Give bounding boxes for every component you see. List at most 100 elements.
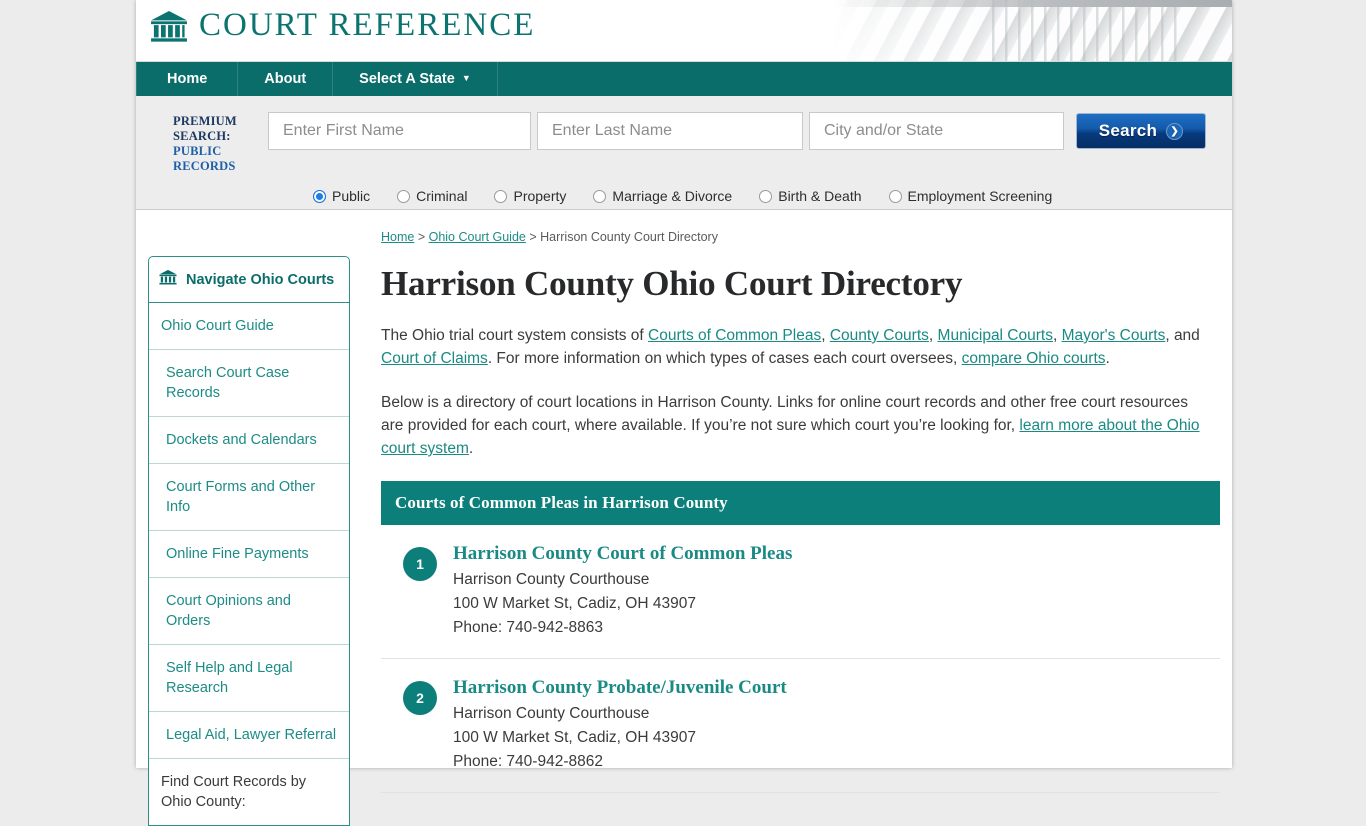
radio-employment-screening[interactable]: Employment Screening	[888, 188, 1053, 204]
court-list-item: 1 Harrison County Court of Common Pleas …	[381, 525, 1220, 659]
radio-label-criminal: Criminal	[416, 188, 468, 204]
court-phone: Phone: 740-942-8863	[453, 619, 603, 636]
premium-search-bar: PREMIUM SEARCH: PUBLIC RECORDS Search ❯ …	[136, 96, 1232, 210]
sidebar-header: Navigate Ohio Courts	[149, 257, 349, 303]
court-list-item: 2 Harrison County Probate/Juvenile Court…	[381, 659, 1220, 793]
section-header-courts-of-common-pleas: Courts of Common Pleas in Harrison Count…	[381, 481, 1220, 525]
p1-text-5: , and	[1165, 327, 1200, 344]
sidebar-item-court-forms-and-other-info[interactable]: Court Forms and Other Info	[149, 464, 349, 531]
court-building: Harrison County Courthouse	[453, 571, 650, 588]
courthouse-icon	[150, 10, 188, 44]
sidebar-item-self-help-and-legal-research[interactable]: Self Help and Legal Research	[149, 645, 349, 712]
sidebar-item-label: Court Forms and Other Info	[166, 479, 316, 515]
court-details: Harrison County Court of Common Pleas Ha…	[453, 543, 792, 640]
link-court-of-claims[interactable]: Court of Claims	[381, 350, 488, 367]
premium-label-line2: SEARCH:	[173, 129, 231, 143]
radio-label-birth-death: Birth & Death	[778, 188, 862, 204]
radio-dot-property[interactable]	[494, 189, 508, 203]
sidebar-item-label: Search Court Case Records	[166, 365, 290, 401]
sidebar-item-ohio-court-guide[interactable]: Ohio Court Guide	[149, 303, 349, 350]
courthouse-icon	[159, 269, 177, 290]
breadcrumb-link-home[interactable]: Home	[381, 230, 414, 244]
content-area: Navigate Ohio Courts Ohio Court Guide Se…	[136, 210, 1232, 826]
court-number-badge: 1	[403, 547, 437, 581]
radio-birth-death[interactable]: Birth & Death	[759, 188, 862, 204]
premium-label-line3: PUBLIC	[173, 144, 222, 158]
p2-text-2: .	[468, 440, 474, 457]
sidebar-item-label: Ohio Court Guide	[161, 318, 274, 334]
sidebar-item-label: Find Court Records by Ohio County:	[161, 774, 307, 810]
link-municipal-courts[interactable]: Municipal Courts	[938, 327, 1053, 344]
radio-criminal[interactable]: Criminal	[397, 188, 467, 204]
site-title: COURT REFERENCE	[199, 7, 536, 43]
p1-text-4: ,	[1052, 327, 1062, 344]
sidebar: Navigate Ohio Courts Ohio Court Guide Se…	[136, 226, 350, 826]
sidebar-item-court-opinions-and-orders[interactable]: Court Opinions and Orders	[149, 578, 349, 645]
sidebar-item-online-fine-payments[interactable]: Online Fine Payments	[149, 531, 349, 578]
breadcrumb-current: Harrison County Court Directory	[540, 230, 718, 244]
radio-dot-marriage-divorce[interactable]	[593, 189, 607, 203]
court-address: 100 W Market St, Cadiz, OH 43907	[453, 595, 696, 612]
radio-label-employment-screening: Employment Screening	[907, 188, 1053, 204]
search-button-label: Search	[1098, 121, 1158, 140]
court-building: Harrison County Courthouse	[453, 705, 650, 722]
p1-text-3: ,	[928, 327, 938, 344]
radio-label-marriage-divorce: Marriage & Divorce	[612, 188, 733, 204]
premium-label-line1: PREMIUM	[173, 114, 237, 128]
sidebar-item-label: Court Opinions and Orders	[166, 593, 291, 629]
city-state-input[interactable]	[809, 112, 1064, 150]
sidebar-item-label: Legal Aid, Lawyer Referral	[166, 727, 337, 743]
sidebar-item-legal-aid-lawyer-referral[interactable]: Legal Aid, Lawyer Referral	[149, 712, 349, 759]
radio-marriage-divorce[interactable]: Marriage & Divorce	[593, 188, 732, 204]
radio-property[interactable]: Property	[494, 188, 566, 204]
site-logo[interactable]: COURT REFERENCE	[136, 0, 1232, 45]
link-county-courts[interactable]: County Courts	[830, 327, 929, 344]
navigate-ohio-courts-box: Navigate Ohio Courts Ohio Court Guide Se…	[148, 256, 350, 826]
nav-label-select-a-state: Select A State	[359, 71, 455, 87]
premium-search-label: PREMIUM SEARCH: PUBLIC RECORDS	[173, 112, 268, 174]
radio-label-public: Public	[332, 188, 371, 204]
court-address: 100 W Market St, Cadiz, OH 43907	[453, 729, 696, 746]
nav-label-about: About	[264, 71, 307, 87]
main-navigation: Home About Select A State ▼	[136, 62, 1232, 96]
sidebar-item-dockets-and-calendars[interactable]: Dockets and Calendars	[149, 417, 349, 464]
link-compare-ohio-courts[interactable]: compare Ohio courts	[962, 350, 1106, 367]
nav-label-home: Home	[167, 71, 208, 87]
breadcrumb-link-ohio-court-guide[interactable]: Ohio Court Guide	[429, 230, 526, 244]
section-header-label: Courts of Common Pleas in Harrison Count…	[395, 493, 728, 512]
radio-label-property: Property	[513, 188, 567, 204]
nav-item-home[interactable]: Home	[136, 62, 239, 96]
radio-public[interactable]: Public	[313, 188, 370, 204]
sidebar-item-label: Self Help and Legal Research	[166, 660, 293, 696]
court-details: Harrison County Probate/Juvenile Court H…	[453, 677, 787, 774]
radio-dot-criminal[interactable]	[397, 189, 411, 203]
nav-item-about[interactable]: About	[238, 62, 334, 96]
page-container: COURT REFERENCE Home About Select A Stat…	[136, 0, 1232, 826]
link-courts-of-common-pleas[interactable]: Courts of Common Pleas	[648, 327, 821, 344]
court-name-link[interactable]: Harrison County Court of Common Pleas	[453, 543, 792, 565]
link-mayors-courts[interactable]: Mayor's Courts	[1062, 327, 1166, 344]
site-masthead: COURT REFERENCE	[136, 0, 1232, 62]
sidebar-item-label: Online Fine Payments	[166, 546, 309, 562]
sidebar-item-search-court-case-records[interactable]: Search Court Case Records	[149, 350, 349, 417]
chevron-right-icon: ❯	[1166, 122, 1184, 140]
radio-dot-employment-screening[interactable]	[888, 189, 902, 203]
court-name-link[interactable]: Harrison County Probate/Juvenile Court	[453, 677, 787, 699]
sidebar-item-label: Dockets and Calendars	[166, 432, 317, 448]
court-number-badge: 2	[403, 681, 437, 715]
search-button[interactable]: Search ❯	[1076, 113, 1206, 149]
nav-item-select-a-state[interactable]: Select A State ▼	[333, 62, 498, 96]
last-name-input[interactable]	[537, 112, 803, 150]
p1-text-2: ,	[821, 327, 830, 344]
breadcrumb-separator-2: >	[525, 230, 541, 244]
p1-text-7: .	[1105, 350, 1110, 367]
first-name-input[interactable]	[268, 112, 531, 150]
radio-dot-public[interactable]	[313, 189, 326, 203]
chevron-down-icon: ▼	[461, 73, 471, 83]
p1-text-6: . For more information on which types of…	[487, 350, 962, 367]
radio-dot-birth-death[interactable]	[759, 189, 773, 203]
court-phone: Phone: 740-942-8862	[453, 753, 603, 770]
breadcrumb-separator-1: >	[414, 230, 429, 244]
intro-paragraph-1: The Ohio trial court system consists of …	[381, 324, 1201, 370]
p1-text-1: The Ohio trial court system consists of	[381, 327, 649, 344]
